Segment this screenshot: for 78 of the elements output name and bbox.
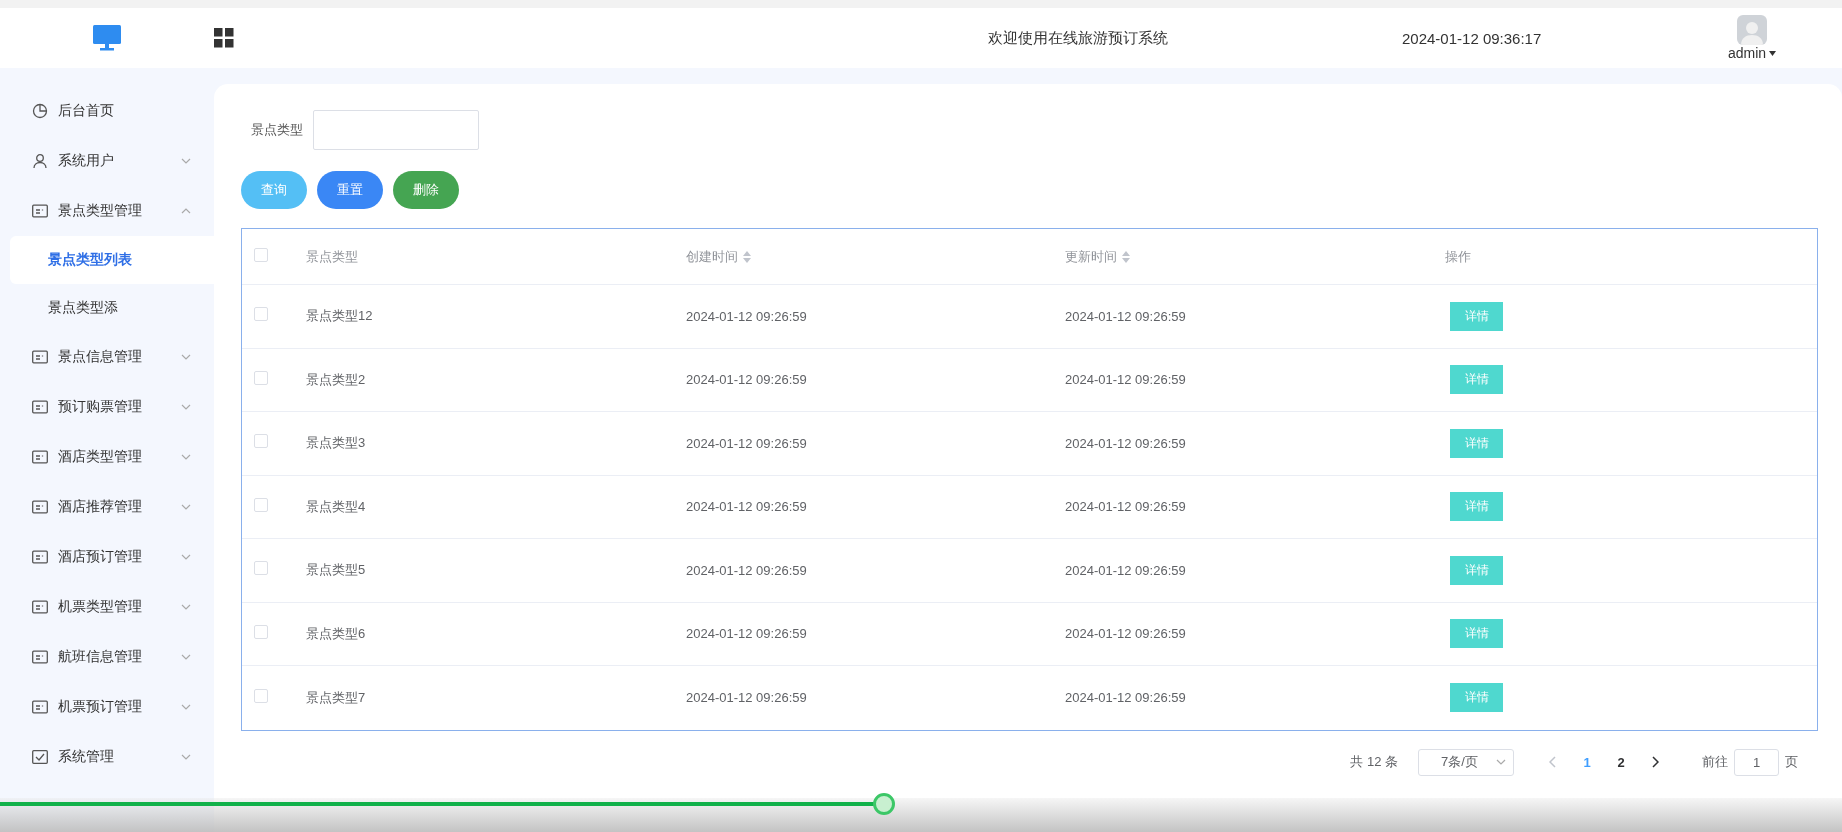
card-icon [32,550,48,564]
card-icon [32,500,48,514]
table-cell-text: 2024-01-12 09:26:59 [1065,435,1187,451]
page-suffix: 页 [1785,753,1798,771]
user-name[interactable]: admin [1727,45,1767,61]
table-cell-text: 2024-01-12 09:26:59 [1065,626,1187,642]
sort-icon[interactable] [743,250,751,263]
column-title: 景点类型 [306,247,358,266]
site-title: 欢迎使用在线旅游预订系统 [987,28,1169,48]
table-cell-text: 2024-01-12 09:26:59 [686,499,808,515]
sidebar-item[interactable]: 机票类型管理 [0,582,214,632]
card-icon [32,450,48,464]
table-cell-text: 2024-01-12 09:26:59 [686,308,808,324]
card-icon [32,600,48,614]
table-cell-text: 景点类型7 [306,688,367,707]
select-all-checkbox[interactable] [254,247,268,262]
card-icon [32,400,48,414]
sidebar-item[interactable]: 系统用户 [0,136,214,186]
date-time: 2024-01-12 09:36:17 [1402,29,1543,47]
sidebar-item[interactable]: 预订购票管理 [0,382,214,432]
card-icon [32,650,48,664]
sidebar-item[interactable]: 后台首页 [0,86,214,136]
row-checkbox[interactable] [254,497,268,512]
row-checkbox[interactable] [254,370,268,385]
grid-icon[interactable] [214,28,234,48]
reset-button[interactable]: 重置 [317,171,383,209]
card-icon [32,204,48,218]
table-cell-text: 2024-01-12 09:26:59 [686,435,808,451]
sidebar-subitem[interactable]: 景点类型列表 [10,236,214,284]
row-checkbox[interactable] [254,434,268,449]
total-count: 共 12 条 [1350,753,1398,771]
table-cell-text: 2024-01-12 09:26:59 [1065,499,1187,515]
page-size-select[interactable]: 7条/页 [1418,748,1514,776]
table-cell-text: 2024-01-12 09:26:59 [686,626,808,642]
table-cell-text: 2024-01-12 09:26:59 [1065,372,1187,388]
sidebar-item[interactable]: 系统管理 [0,732,214,782]
table-cell-text: 景点类型12 [306,307,374,326]
row-checkbox[interactable] [254,624,268,639]
user-icon [32,153,48,169]
chevron-left-icon [1549,756,1557,768]
table-cell-text: 2024-01-12 09:26:59 [1065,562,1187,578]
sidebar-item[interactable]: 酒店推荐管理 [0,482,214,532]
table-cell-text: 景点类型3 [306,434,367,453]
monitor-icon [93,25,121,51]
checkbox-icon [32,750,48,764]
row-checkbox[interactable] [254,307,268,322]
table-cell-text: 2024-01-12 09:26:59 [686,562,808,578]
sidebar-item[interactable]: 景点信息管理 [0,332,214,382]
table-cell-text: 2024-01-12 09:26:59 [1065,690,1187,706]
column-title: 操作 [1445,247,1471,266]
page-number[interactable]: 2 [1604,753,1638,771]
sort-icon[interactable] [1122,250,1130,263]
sidebar-item[interactable]: 景点类型管理 [0,186,214,236]
row-checkbox[interactable] [254,561,268,576]
goto-label: 前往 [1702,753,1728,771]
search-label: 景点类型 [251,121,303,139]
sidebar-item[interactable]: 机票预订管理 [0,682,214,732]
goto-page-field[interactable]: 1 [1734,748,1779,776]
table-cell-text: 景点类型2 [306,370,367,389]
avatar[interactable] [1737,15,1767,45]
table-cell-text: 景点类型6 [306,624,367,643]
sidebar-item[interactable]: 酒店类型管理 [0,432,214,482]
sidebar-item[interactable]: 航班信息管理 [0,632,214,682]
chevron-right-icon [1651,756,1659,768]
pie-chart-icon [32,103,48,119]
table-cell-text: 2024-01-12 09:26:59 [686,372,808,388]
card-icon [32,350,48,364]
table-cell-text: 景点类型4 [306,497,367,516]
sidebar-item[interactable]: 酒店预订管理 [0,532,214,582]
table-cell-text: 2024-01-12 09:26:59 [686,690,808,706]
column-title: 创建时间 [686,247,738,266]
caret-down-icon[interactable] [1769,50,1777,56]
table-cell-text: 景点类型5 [306,561,367,580]
table-cell-text: 2024-01-12 09:26:59 [1065,308,1187,324]
row-checkbox[interactable] [254,688,268,703]
card-icon [32,700,48,714]
search-field[interactable] [313,110,479,150]
column-title: 更新时间 [1065,247,1117,266]
